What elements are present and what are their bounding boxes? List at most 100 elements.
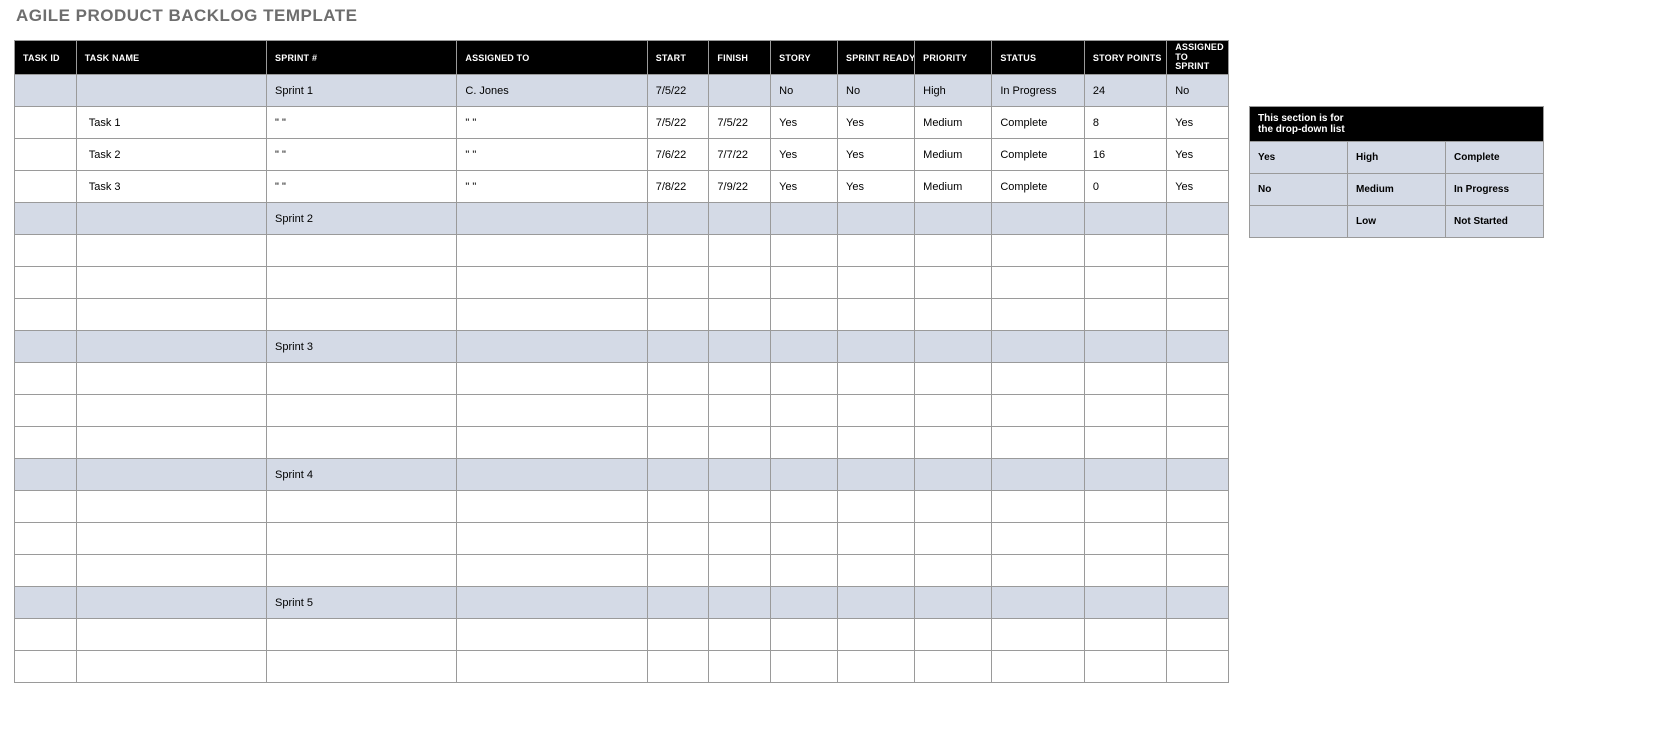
cell-story-points[interactable] [1084, 363, 1166, 395]
cell-sprint-ready[interactable] [838, 555, 915, 587]
cell-sprint[interactable] [267, 427, 457, 459]
cell-task-id[interactable] [15, 555, 77, 587]
cell-story[interactable] [771, 651, 838, 683]
cell-task-name[interactable] [76, 427, 266, 459]
cell-story[interactable] [771, 267, 838, 299]
cell-task-id[interactable] [15, 171, 77, 203]
cell-sprint[interactable] [267, 395, 457, 427]
cell-story[interactable] [771, 555, 838, 587]
cell-assigned-to[interactable] [457, 395, 647, 427]
cell-task-id[interactable] [15, 587, 77, 619]
cell-sprint-ready[interactable] [838, 427, 915, 459]
cell-sprint-ready[interactable]: Yes [838, 171, 915, 203]
dd-priority-0[interactable]: High [1348, 142, 1446, 174]
cell-story-points[interactable] [1084, 619, 1166, 651]
cell-task-id[interactable] [15, 395, 77, 427]
cell-task-name[interactable] [76, 459, 266, 491]
cell-finish[interactable] [709, 267, 771, 299]
cell-story[interactable] [771, 331, 838, 363]
cell-start[interactable]: 7/6/22 [647, 139, 709, 171]
cell-status[interactable] [992, 619, 1085, 651]
cell-priority[interactable] [915, 427, 992, 459]
cell-assigned-to[interactable]: " " [457, 139, 647, 171]
cell-priority[interactable] [915, 651, 992, 683]
cell-finish[interactable] [709, 363, 771, 395]
cell-story-points[interactable] [1084, 427, 1166, 459]
cell-task-id[interactable] [15, 235, 77, 267]
cell-assigned-to[interactable] [457, 651, 647, 683]
dd-status-1[interactable]: In Progress [1446, 174, 1544, 206]
cell-finish[interactable] [709, 75, 771, 107]
cell-sprint-ready[interactable] [838, 235, 915, 267]
cell-sprint-ready[interactable] [838, 331, 915, 363]
cell-story-points[interactable]: 0 [1084, 171, 1166, 203]
cell-start[interactable]: 7/5/22 [647, 107, 709, 139]
cell-status[interactable] [992, 395, 1085, 427]
cell-finish[interactable] [709, 395, 771, 427]
cell-priority[interactable] [915, 523, 992, 555]
cell-sprint[interactable] [267, 267, 457, 299]
cell-start[interactable] [647, 587, 709, 619]
cell-start[interactable] [647, 555, 709, 587]
cell-task-name[interactable] [76, 363, 266, 395]
cell-start[interactable]: 7/5/22 [647, 75, 709, 107]
cell-story-points[interactable] [1084, 523, 1166, 555]
cell-assigned-to-sprint[interactable] [1167, 235, 1229, 267]
cell-sprint-ready[interactable] [838, 203, 915, 235]
cell-assigned-to[interactable] [457, 331, 647, 363]
cell-sprint-ready[interactable] [838, 299, 915, 331]
cell-sprint-ready[interactable] [838, 619, 915, 651]
cell-task-id[interactable] [15, 427, 77, 459]
cell-finish[interactable] [709, 331, 771, 363]
cell-assigned-to-sprint[interactable]: Yes [1167, 171, 1229, 203]
cell-task-name[interactable] [76, 395, 266, 427]
cell-story-points[interactable] [1084, 459, 1166, 491]
cell-start[interactable] [647, 459, 709, 491]
cell-story-points[interactable] [1084, 299, 1166, 331]
cell-sprint[interactable]: Sprint 1 [267, 75, 457, 107]
cell-task-id[interactable] [15, 491, 77, 523]
cell-assigned-to-sprint[interactable] [1167, 491, 1229, 523]
cell-priority[interactable] [915, 587, 992, 619]
cell-story[interactable] [771, 459, 838, 491]
cell-assigned-to[interactable] [457, 267, 647, 299]
cell-story-points[interactable] [1084, 555, 1166, 587]
cell-finish[interactable] [709, 427, 771, 459]
cell-story-points[interactable] [1084, 331, 1166, 363]
cell-status[interactable]: Complete [992, 139, 1085, 171]
cell-finish[interactable] [709, 587, 771, 619]
cell-sprint-ready[interactable] [838, 267, 915, 299]
cell-story[interactable] [771, 619, 838, 651]
cell-task-name[interactable]: Task 1 [76, 107, 266, 139]
cell-priority[interactable] [915, 555, 992, 587]
cell-story[interactable] [771, 363, 838, 395]
cell-assigned-to-sprint[interactable] [1167, 363, 1229, 395]
cell-priority[interactable] [915, 619, 992, 651]
cell-story-points[interactable]: 16 [1084, 139, 1166, 171]
cell-priority[interactable] [915, 235, 992, 267]
cell-sprint[interactable] [267, 523, 457, 555]
cell-sprint-ready[interactable] [838, 491, 915, 523]
cell-assigned-to-sprint[interactable] [1167, 587, 1229, 619]
cell-assigned-to[interactable] [457, 427, 647, 459]
cell-assigned-to-sprint[interactable] [1167, 299, 1229, 331]
cell-finish[interactable]: 7/9/22 [709, 171, 771, 203]
cell-assigned-to-sprint[interactable] [1167, 395, 1229, 427]
cell-priority[interactable] [915, 331, 992, 363]
cell-status[interactable] [992, 235, 1085, 267]
cell-sprint[interactable]: Sprint 3 [267, 331, 457, 363]
cell-finish[interactable] [709, 235, 771, 267]
cell-start[interactable] [647, 331, 709, 363]
dd-yesno-0[interactable]: Yes [1250, 142, 1348, 174]
cell-story-points[interactable]: 24 [1084, 75, 1166, 107]
cell-story[interactable]: Yes [771, 107, 838, 139]
cell-story-points[interactable] [1084, 491, 1166, 523]
cell-sprint-ready[interactable] [838, 523, 915, 555]
cell-sprint[interactable]: " " [267, 107, 457, 139]
cell-assigned-to-sprint[interactable] [1167, 555, 1229, 587]
cell-status[interactable]: In Progress [992, 75, 1085, 107]
cell-finish[interactable]: 7/7/22 [709, 139, 771, 171]
cell-priority[interactable] [915, 203, 992, 235]
cell-story[interactable]: Yes [771, 139, 838, 171]
cell-priority[interactable]: Medium [915, 107, 992, 139]
